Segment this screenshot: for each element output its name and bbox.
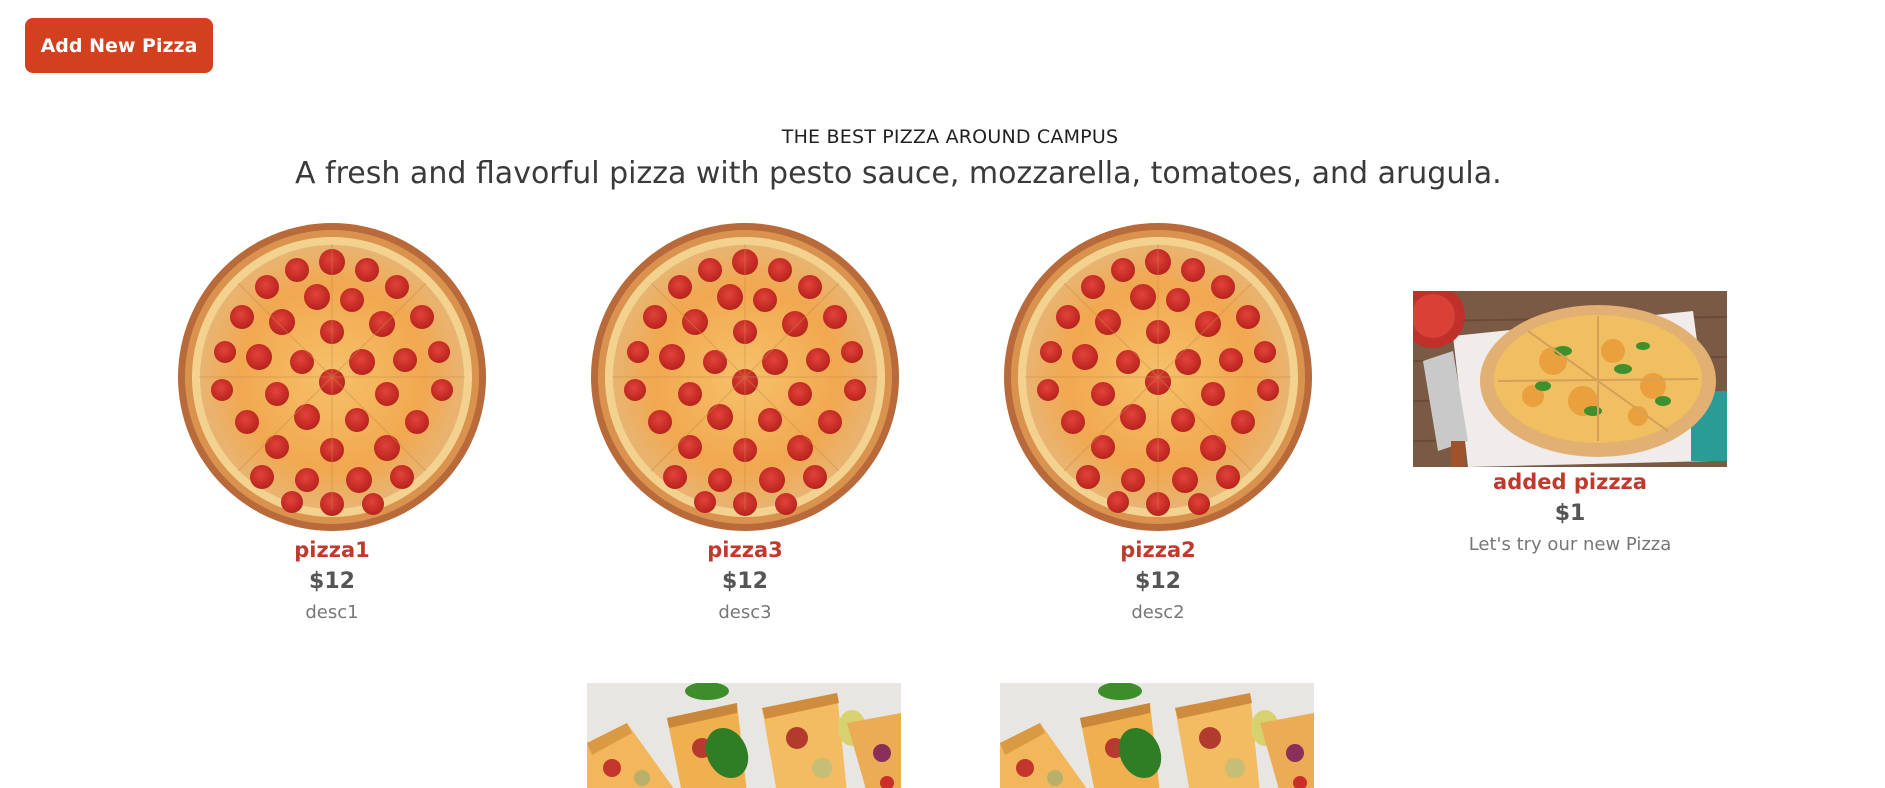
pizza-card[interactable]: added pizzza $1 Let's try our new Pizza xyxy=(1410,470,1730,555)
pizza3-image xyxy=(590,222,900,532)
pizza-price: $1 xyxy=(1554,501,1586,526)
pizza-card[interactable]: pizza3 $12 desc3 xyxy=(585,538,905,623)
pizza-desc: desc3 xyxy=(718,602,772,623)
added-pizza-image xyxy=(1413,291,1727,467)
pizza-price: $12 xyxy=(722,569,768,594)
pizza-card[interactable]: pizza1 $12 desc1 xyxy=(172,538,492,623)
pizza-name: pizza3 xyxy=(707,538,783,562)
hero-subtitle: A fresh and flavorful pizza with pesto s… xyxy=(295,156,1502,191)
pizza-desc: desc2 xyxy=(1131,602,1185,623)
pizza-price: $12 xyxy=(1135,569,1181,594)
pizza1-image xyxy=(177,222,487,532)
pizza-name: pizza1 xyxy=(294,538,370,562)
pizza-name: added pizzza xyxy=(1493,470,1647,494)
pizza2-image xyxy=(1003,222,1313,532)
pizza-card[interactable]: pizza2 $12 desc2 xyxy=(998,538,1318,623)
hero-eyebrow: THE BEST PIZZA AROUND CAMPUS xyxy=(781,126,1119,148)
pizza-name: pizza2 xyxy=(1120,538,1196,562)
pizza-desc: Let's try our new Pizza xyxy=(1468,534,1672,555)
add-new-pizza-button[interactable]: Add New Pizza xyxy=(25,18,213,73)
pizza-desc: desc1 xyxy=(305,602,359,623)
pizza-slices-image xyxy=(1000,683,1314,788)
page: Add New Pizza THE BEST PIZZA AROUND CAMP… xyxy=(0,0,1885,788)
pizza-price: $12 xyxy=(309,569,355,594)
pizza-slices-image xyxy=(587,683,901,788)
